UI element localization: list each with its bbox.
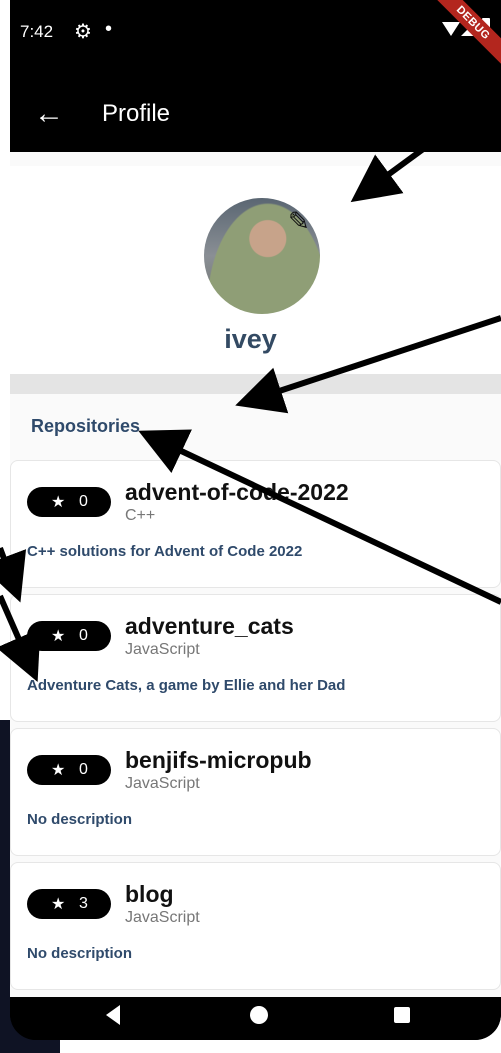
nav-back-icon[interactable] xyxy=(106,1005,120,1025)
repo-description: Adventure Cats, a game by Ellie and her … xyxy=(27,677,346,694)
star-badge: ★ 0 xyxy=(27,621,111,651)
repo-language: C++ xyxy=(125,507,156,524)
pencil-icon[interactable]: ✎ xyxy=(288,206,310,237)
nav-home-icon[interactable] xyxy=(250,1006,268,1024)
star-badge: ★ 3 xyxy=(27,889,111,919)
phone-screen: 7:42 ⚙ • DEBUG ← Profile ✎ ivey Reposito… xyxy=(10,0,501,1040)
profile-name: ivey xyxy=(224,324,277,354)
repo-language: JavaScript xyxy=(125,775,200,792)
star-badge: ★ 0 xyxy=(27,487,111,517)
repo-language: JavaScript xyxy=(125,641,200,658)
star-count: 0 xyxy=(79,627,88,644)
repo-name: benjifs-micropub xyxy=(125,747,312,773)
divider xyxy=(10,374,501,394)
gear-icon: ⚙ xyxy=(74,21,92,43)
star-count: 0 xyxy=(79,761,88,778)
profile-card: ✎ ivey xyxy=(10,166,501,374)
repo-card[interactable]: ★ 0 advent-of-code-2022 C++ C++ solution… xyxy=(10,460,501,588)
content: ✎ ivey Repositories ★ 0 advent-of-code-2… xyxy=(10,152,501,997)
star-badge: ★ 0 xyxy=(27,755,111,785)
arrow-left-icon[interactable]: ← xyxy=(34,96,64,132)
app-bar: ← Profile xyxy=(10,78,501,152)
star-icon: ★ xyxy=(51,628,66,645)
repo-card[interactable]: ★ 0 adventure_cats JavaScript Adventure … xyxy=(10,594,501,722)
system-nav-bar xyxy=(10,997,501,1040)
repo-name: advent-of-code-2022 xyxy=(125,479,349,505)
repo-name: blog xyxy=(125,881,174,907)
star-count: 0 xyxy=(79,493,88,510)
repo-card[interactable]: ★ 3 blog JavaScript No description xyxy=(10,862,501,990)
nav-recent-icon[interactable] xyxy=(394,1007,410,1023)
repo-description: No description xyxy=(27,811,133,828)
star-icon: ★ xyxy=(51,494,66,511)
repo-card[interactable]: ★ 0 benjifs-micropub JavaScript No descr… xyxy=(10,728,501,856)
status-bar: 7:42 ⚙ • DEBUG xyxy=(10,0,501,78)
page-title: Profile xyxy=(102,100,171,127)
notification-dot-icon: • xyxy=(105,18,113,40)
repo-description: C++ solutions for Advent of Code 2022 xyxy=(27,543,303,560)
wifi-icon xyxy=(442,22,460,36)
repo-language: JavaScript xyxy=(125,909,200,926)
repo-name: adventure_cats xyxy=(125,613,294,639)
status-time: 7:42 xyxy=(20,22,54,41)
section-title-repositories: Repositories xyxy=(31,416,141,436)
star-icon: ★ xyxy=(51,896,66,913)
star-icon: ★ xyxy=(51,762,66,779)
star-count: 3 xyxy=(79,895,88,912)
repo-description: No description xyxy=(27,945,133,962)
